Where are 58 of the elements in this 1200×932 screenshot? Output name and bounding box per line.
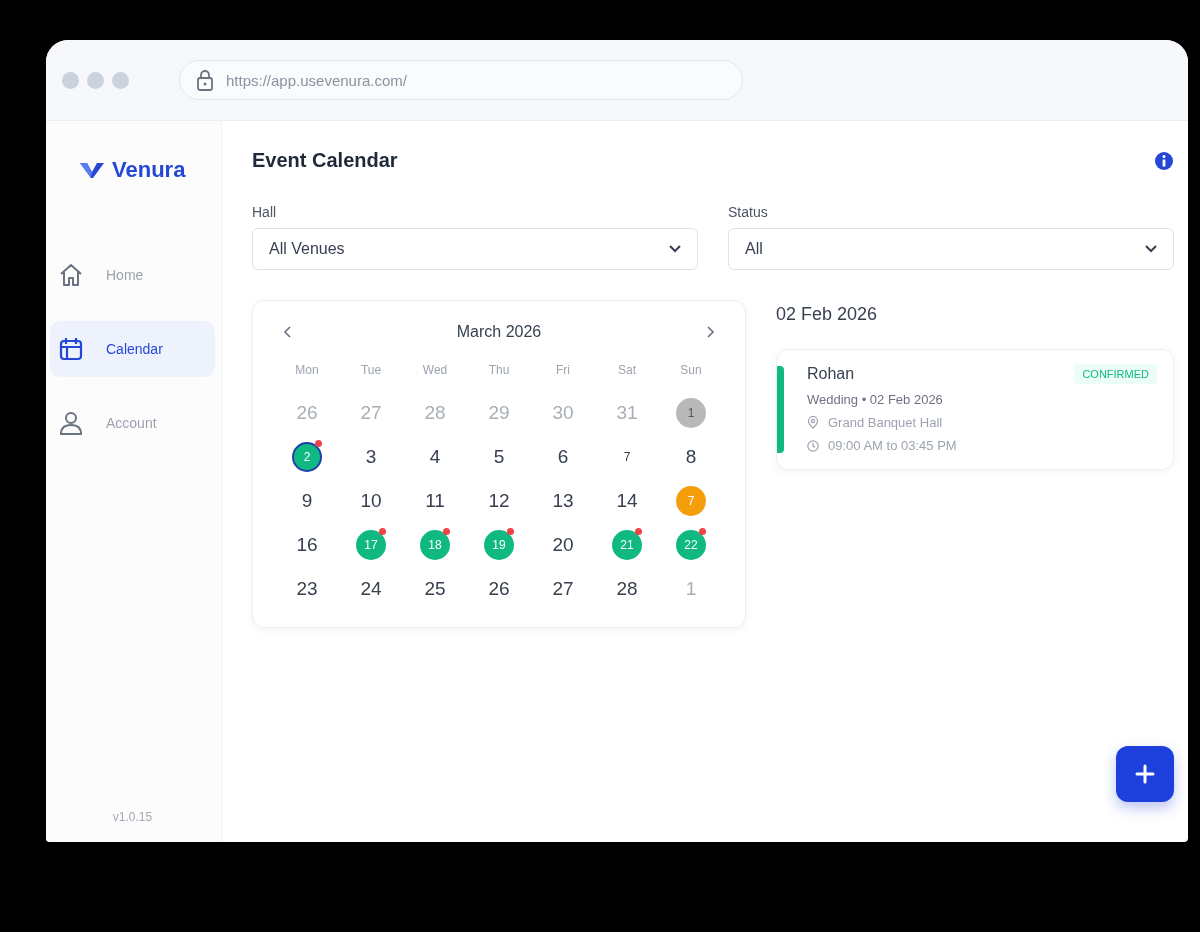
calendar-day[interactable]: 28	[612, 574, 642, 604]
calendar-day[interactable]: 24	[356, 574, 386, 604]
selected-date: 02 Feb 2026	[776, 304, 879, 325]
page-title: Event Calendar	[252, 149, 398, 172]
person-icon	[58, 410, 84, 436]
lock-icon	[196, 69, 214, 91]
sidebar-item[interactable]: Calendar	[50, 321, 215, 377]
weekday-label: Sun	[679, 363, 703, 379]
calendar-day[interactable]: 6	[548, 442, 578, 472]
event-details: Wedding • 02 Feb 2026	[807, 392, 944, 407]
weekday-label: Sat	[617, 363, 637, 379]
weekday-label: Thu	[487, 363, 511, 379]
event-card[interactable]: Rohan CONFIRMED Wedding • 02 Feb 2026 Grand Banquet Hall 09:00 AM to 03:45 PM	[776, 349, 1174, 470]
event-time: 09:00 AM to 03:45 PM	[828, 438, 957, 453]
field-label: Hall	[252, 204, 278, 220]
chevron-right-icon[interactable]	[705, 325, 715, 339]
calendar-day[interactable]: 26	[484, 574, 514, 604]
calendar-day[interactable]: 3	[356, 442, 386, 472]
field-label: Status	[728, 204, 769, 220]
weekday-label: Mon	[294, 363, 320, 379]
calendar-day[interactable]: 14	[612, 486, 642, 516]
calendar-icon	[58, 336, 84, 362]
clock-icon	[807, 439, 819, 452]
logo-icon	[80, 161, 104, 179]
weekday-label: Tue	[359, 363, 383, 379]
version-label: v1.0.15	[111, 810, 154, 824]
month-title: March 2026	[456, 323, 542, 341]
dropdown-field[interactable]: All	[728, 228, 1174, 270]
calendar-day[interactable]: 1	[676, 398, 706, 428]
chevron-down-icon	[1145, 245, 1157, 253]
location-pin-icon	[807, 416, 819, 429]
add-button[interactable]	[1116, 746, 1174, 802]
home-icon	[58, 262, 84, 288]
calendar-day[interactable]: 11	[420, 486, 450, 516]
dropdown-field[interactable]: All Venues	[252, 228, 698, 270]
plus-icon	[1135, 764, 1155, 784]
calendar-day[interactable]: 9	[292, 486, 322, 516]
calendar-day[interactable]: 23	[292, 574, 322, 604]
event-venue: Grand Banquet Hall	[828, 415, 943, 430]
calendar-day[interactable]: 27	[548, 574, 578, 604]
calendar-day[interactable]: 5	[484, 442, 514, 472]
brand-name: Venura	[112, 157, 186, 183]
calendar-day[interactable]: 16	[292, 530, 322, 560]
weekday-label: Fri	[555, 363, 571, 379]
calendar-day[interactable]: 4	[420, 442, 450, 472]
calendar-day[interactable]: 13	[548, 486, 578, 516]
chevron-down-icon	[669, 245, 681, 253]
calendar-day[interactable]: 12	[484, 486, 514, 516]
event-name: Rohan	[807, 365, 855, 383]
info-icon[interactable]	[1154, 150, 1174, 171]
calendar-day[interactable]: 20	[548, 530, 578, 560]
status-badge: CONFIRMED	[1074, 364, 1157, 384]
calendar-day[interactable]: 7	[612, 442, 642, 472]
calendar-day[interactable]: 8	[676, 442, 706, 472]
calendar-day[interactable]: 25	[420, 574, 450, 604]
weekday-label: Wed	[421, 363, 449, 379]
chevron-left-icon[interactable]	[283, 325, 293, 339]
calendar-day[interactable]: 10	[356, 486, 386, 516]
